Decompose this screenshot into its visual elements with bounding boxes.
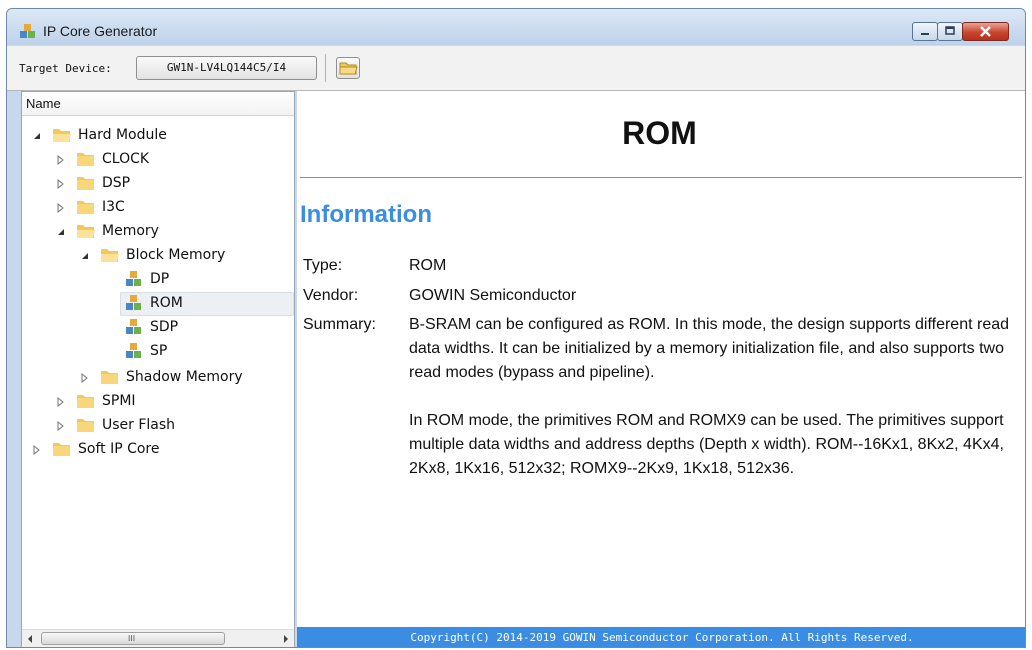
window-title: IP Core Generator: [43, 23, 158, 39]
tree-item-label: ROM: [150, 295, 183, 311]
ip-title: ROM: [622, 115, 697, 151]
close-button[interactable]: [962, 22, 1009, 41]
scrollbar-grip: III: [128, 634, 136, 643]
summary-paragraph-2: In ROM mode, the primitives ROM and ROMX…: [409, 412, 1004, 477]
tree-item-label: I3C: [102, 199, 125, 215]
tree-item-dp[interactable]: DP: [22, 268, 294, 292]
tree-item-label: SDP: [150, 319, 179, 335]
tree-item-i3c[interactable]: I3C: [22, 196, 294, 220]
expanded-arrow-icon: [58, 229, 64, 235]
tree-item-sp[interactable]: SP: [22, 340, 294, 364]
collapsed-arrow-icon: [81, 373, 88, 383]
tree-header-label: Name: [26, 96, 61, 111]
target-device-label: Target Device:: [19, 62, 112, 75]
tree-item-label: DP: [150, 271, 170, 287]
scroll-left-arrow-icon[interactable]: [22, 630, 39, 648]
folder-open-icon: [339, 62, 358, 75]
tree-item-label: DSP: [102, 175, 131, 191]
collapsed-arrow-icon: [57, 179, 64, 189]
open-folder-button[interactable]: [336, 57, 360, 79]
scrollbar-thumb[interactable]: III: [41, 632, 225, 645]
folder-open-icon: [101, 249, 119, 262]
tree-item-hard-module[interactable]: Hard Module: [22, 124, 294, 148]
folder-icon: [77, 153, 94, 166]
tree-item-label: Shadow Memory: [126, 369, 243, 385]
folder-icon: [101, 371, 118, 384]
tree-item-label: Soft IP Core: [78, 441, 160, 457]
ip-core-cubes-icon: [126, 271, 141, 286]
tree-item-label: User Flash: [102, 417, 176, 433]
vendor-value: GOWIN Semiconductor: [409, 287, 577, 304]
tree-item-label: Hard Module: [78, 127, 167, 143]
collapsed-arrow-icon: [57, 155, 64, 165]
folder-icon: [77, 419, 94, 432]
minimize-button[interactable]: [912, 22, 938, 41]
folder-open-icon: [53, 129, 71, 142]
collapsed-arrow-icon: [33, 445, 40, 455]
tree-item-block-memory[interactable]: Block Memory: [22, 244, 294, 268]
app-cubes-icon: [20, 24, 35, 38]
tree-item-shadow-memory[interactable]: Shadow Memory: [22, 366, 294, 390]
title-bar: IP Core Generator: [7, 9, 1025, 45]
tree-item-memory[interactable]: Memory: [22, 220, 294, 244]
tree-item-spmi[interactable]: SPMI: [22, 390, 294, 414]
folder-icon: [53, 443, 70, 456]
tree-item-label: Memory: [102, 223, 159, 239]
type-value: ROM: [409, 257, 447, 274]
tree-item-label: Block Memory: [126, 247, 226, 263]
tree-item-clock[interactable]: CLOCK: [22, 148, 294, 172]
type-label: Type:: [303, 257, 343, 274]
selection-highlight: [120, 292, 294, 316]
collapsed-arrow-icon: [57, 421, 64, 431]
vendor-label: Vendor:: [303, 287, 359, 304]
tree-item-dsp[interactable]: DSP: [22, 172, 294, 196]
expanded-arrow-icon: [34, 133, 40, 139]
maximize-button[interactable]: [937, 22, 963, 41]
tree-item-soft-ip-core[interactable]: Soft IP Core: [22, 438, 294, 462]
toolbar: Target Device: GW1N-LV4LQ144C5/I4: [7, 45, 1025, 91]
summary-paragraph-1: B-SRAM can be configured as ROM. In this…: [409, 316, 1010, 381]
tree-item-label: CLOCK: [102, 151, 150, 167]
tree-item-label: SPMI: [102, 393, 136, 409]
folder-icon: [77, 395, 94, 408]
info-panel: ROM Information Type: ROM Vendor: GOWIN …: [297, 91, 1025, 647]
scroll-right-arrow-icon[interactable]: [277, 630, 294, 648]
information-heading: Information: [300, 201, 432, 228]
tree-column-header[interactable]: Name: [22, 92, 294, 116]
minimize-icon: [921, 33, 929, 35]
toolbar-separator: [325, 54, 326, 82]
ip-core-cubes-icon: [126, 295, 141, 310]
title-divider: [300, 177, 1022, 178]
target-device-button[interactable]: GW1N-LV4LQ144C5/I4: [136, 56, 317, 80]
expanded-arrow-icon: [82, 253, 88, 259]
tree-item-rom[interactable]: ROM: [22, 292, 294, 316]
folder-open-icon: [77, 225, 95, 238]
summary-label: Summary:: [303, 316, 376, 333]
collapsed-arrow-icon: [57, 203, 64, 213]
copyright-footer: Copyright(C) 2014-2019 GOWIN Semiconduct…: [297, 627, 1025, 647]
ip-tree-panel: Name Hard Module CLOCK DSP I3C Memory Bl…: [21, 91, 295, 648]
folder-icon: [77, 201, 94, 214]
folder-icon: [77, 177, 94, 190]
collapsed-arrow-icon: [57, 397, 64, 407]
app-window: IP Core Generator Target Device: GW1N-LV…: [6, 8, 1026, 648]
ip-core-cubes-icon: [126, 343, 141, 358]
tree-item-label: SP: [150, 343, 168, 359]
ip-core-cubes-icon: [126, 319, 141, 334]
horizontal-scrollbar[interactable]: III: [22, 629, 294, 648]
maximize-icon: [945, 26, 955, 35]
tree-item-user-flash[interactable]: User Flash: [22, 414, 294, 438]
tree-item-sdp[interactable]: SDP: [22, 316, 294, 340]
close-icon: [980, 26, 991, 37]
